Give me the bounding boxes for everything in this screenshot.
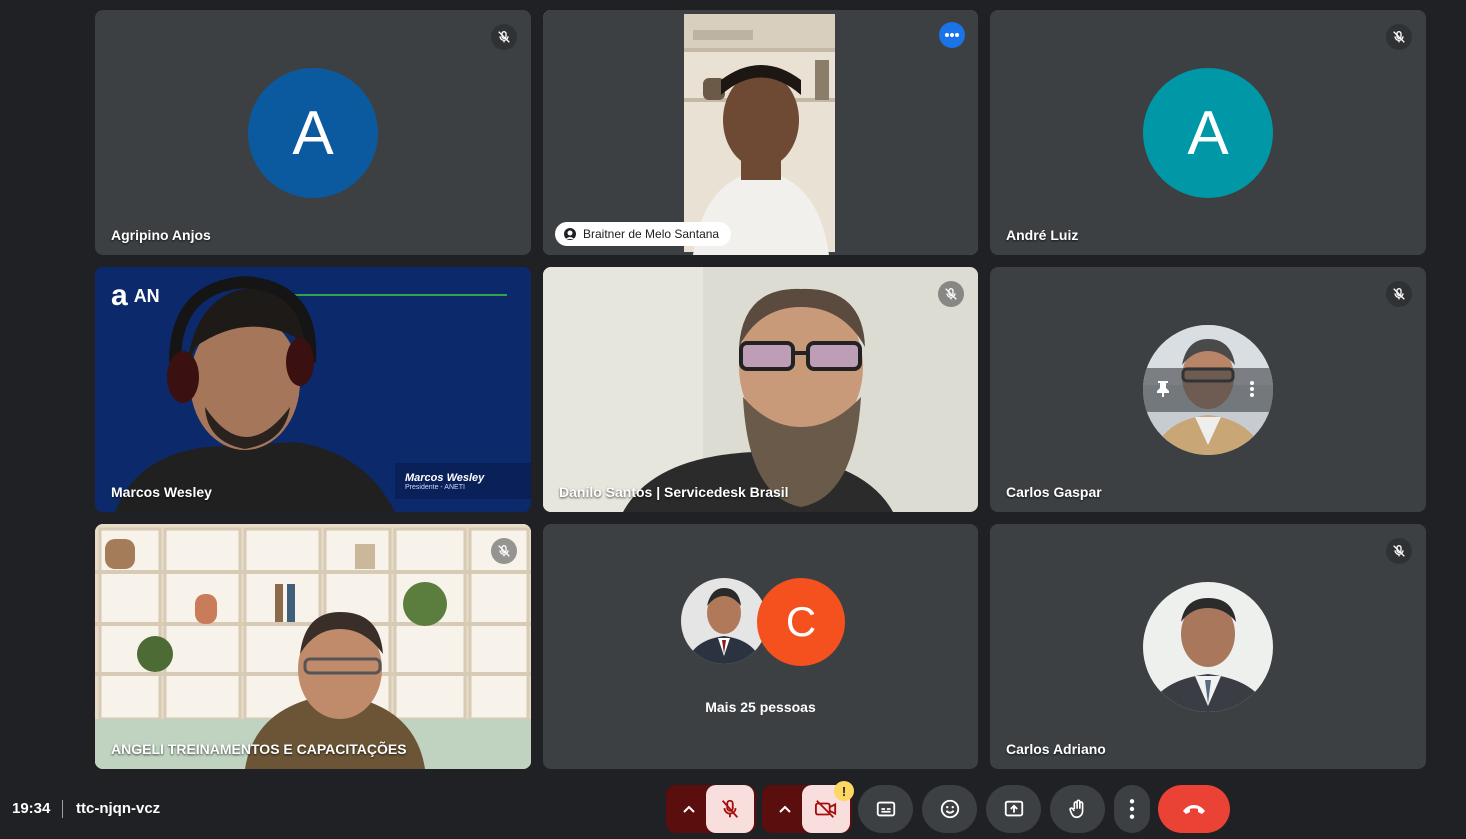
more-options-button[interactable] xyxy=(1114,785,1150,833)
meeting-code: ttc-njqn-vcz xyxy=(76,800,161,817)
microphone-toggle-button[interactable] xyxy=(706,785,754,833)
muted-icon xyxy=(938,281,964,307)
participant-tile-andre[interactable]: A André Luiz xyxy=(990,10,1426,255)
participant-video xyxy=(543,267,978,512)
participant-video xyxy=(543,10,978,255)
more-participants-label: Mais 25 pessoas xyxy=(705,699,816,715)
participant-tile-angeli[interactable]: ANGELI TREINAMENTOS E CAPACITAÇÕES xyxy=(95,524,531,769)
participant-avatar: A xyxy=(248,68,378,198)
present-icon xyxy=(1004,800,1023,817)
present-screen-button[interactable] xyxy=(986,785,1041,833)
divider xyxy=(62,800,63,818)
speaker-name-chip: Braitner de Melo Santana xyxy=(555,222,732,246)
participant-tile-carlos-gaspar[interactable]: Carlos Gaspar xyxy=(990,267,1426,512)
participant-name: Marcos Wesley xyxy=(111,484,212,500)
more-vert-icon[interactable] xyxy=(1249,380,1255,398)
chevron-up-icon xyxy=(779,805,791,813)
hand-icon xyxy=(1068,799,1083,819)
participant-name: Carlos Adriano xyxy=(1006,741,1106,757)
participant-tile-marcos[interactable]: a AN Marcos Wesley Presidente - ANETI Ma… xyxy=(95,267,531,512)
muted-icon xyxy=(491,538,517,564)
lower-third-name: Marcos Wesley xyxy=(405,472,485,484)
pin-icon[interactable] xyxy=(1155,380,1171,398)
mic-off-icon xyxy=(721,799,739,818)
muted-icon xyxy=(1386,281,1412,307)
participant-name: ANGELI TREINAMENTOS E CAPACITAÇÕES xyxy=(111,741,407,757)
muted-icon xyxy=(491,24,517,50)
participant-photo xyxy=(681,578,767,664)
participant-tile-carlos-adriano[interactable]: Carlos Adriano xyxy=(990,524,1426,769)
brand-logo: a AN xyxy=(111,281,160,311)
leave-call-button[interactable] xyxy=(1158,785,1230,833)
participant-name: Braitner de Melo Santana xyxy=(583,227,720,241)
captions-icon xyxy=(876,801,895,817)
more-participants-tile[interactable]: C Mais 25 pessoas xyxy=(543,524,978,769)
participant-name: Danilo Santos | Servicedesk Brasil xyxy=(559,484,789,500)
participant-tile-agripino[interactable]: A Agripino Anjos xyxy=(95,10,531,255)
captions-button[interactable] xyxy=(858,785,913,833)
meeting-time: 19:34 xyxy=(12,800,51,817)
muted-icon xyxy=(1386,538,1412,564)
speaking-icon xyxy=(564,228,576,240)
participant-name: Agripino Anjos xyxy=(111,227,211,243)
hang-up-icon xyxy=(1183,805,1205,814)
participant-video xyxy=(95,524,531,769)
reactions-button[interactable] xyxy=(922,785,977,833)
participant-tile-braitner[interactable]: Braitner de Melo Santana xyxy=(543,10,978,255)
lower-third-role: Presidente - ANETI xyxy=(405,484,465,491)
participant-name: André Luiz xyxy=(1006,227,1079,243)
camera-options-button[interactable] xyxy=(765,785,805,833)
more-vert-icon xyxy=(1129,799,1135,819)
muted-icon xyxy=(1386,24,1412,50)
chevron-up-icon xyxy=(683,805,695,813)
emoji-icon xyxy=(940,799,959,819)
participant-avatar: C xyxy=(757,578,845,666)
participant-photo xyxy=(1143,582,1273,712)
mic-options-button[interactable] xyxy=(669,785,709,833)
more-dots-icon xyxy=(945,33,959,37)
brand-logo-letter: a xyxy=(111,279,128,312)
participant-avatar: A xyxy=(1143,68,1273,198)
camera-warning-badge: ! xyxy=(834,781,854,801)
raise-hand-button[interactable] xyxy=(1050,785,1105,833)
camera-off-icon xyxy=(815,800,837,818)
brand-logo-text: AN xyxy=(133,285,160,306)
more-options-button[interactable] xyxy=(939,22,965,48)
participant-name: Carlos Gaspar xyxy=(1006,484,1102,500)
participant-tile-danilo[interactable]: Danilo Santos | Servicedesk Brasil xyxy=(543,267,978,512)
lower-third: Marcos Wesley Presidente - ANETI xyxy=(405,472,484,491)
